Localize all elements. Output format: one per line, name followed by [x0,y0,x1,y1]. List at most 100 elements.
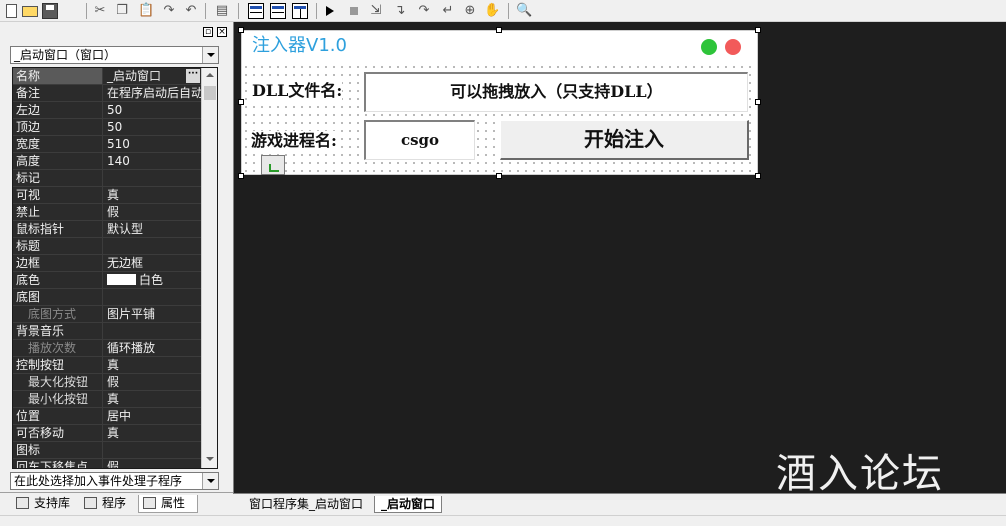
property-row[interactable]: 高度 140 [13,153,202,170]
property-row[interactable]: 底图 [13,289,202,306]
property-scrollbar[interactable] [201,68,217,468]
property-value[interactable]: 假 [104,204,202,220]
copy-icon[interactable]: ❐ [114,3,130,19]
property-value[interactable]: 图片平铺 [104,306,202,322]
resize-handle[interactable] [238,173,244,179]
property-value[interactable]: 50 [104,119,202,135]
property-row[interactable]: 最小化按钮真 [13,391,202,408]
close-icon[interactable]: × [217,27,227,37]
step-icon[interactable]: ⇲ [368,3,384,19]
dll-file-field[interactable]: 可以拖拽放入（只支持DLL） [364,72,748,112]
tab-properties[interactable]: 属性 [138,495,198,513]
property-value[interactable]: 假 [104,374,202,390]
property-row[interactable]: 可否移动真 [13,425,202,442]
property-row[interactable]: 标题 [13,238,202,255]
property-value[interactable]: 真 [104,187,202,203]
property-row[interactable]: 左边 50 [13,102,202,119]
property-row[interactable]: 标记 [13,170,202,187]
property-row[interactable]: 回车下移焦点假 [13,459,202,468]
layout-rows-icon[interactable] [270,3,286,19]
breakpoint-icon[interactable]: ⊕ [462,3,478,19]
layout-grid-icon[interactable] [248,3,264,19]
ellipsis-button[interactable]: ··· [186,69,200,83]
property-value[interactable]: 在程序启动后自动 [104,85,202,101]
property-value[interactable]: 假 [104,459,202,468]
resize-handle[interactable] [238,99,244,105]
stop-icon[interactable] [350,7,358,15]
resize-handle[interactable] [755,173,761,179]
object-select[interactable]: _启动窗口（窗口） [10,46,219,64]
property-row[interactable]: 备注 在程序启动后自动 [13,85,202,102]
property-value[interactable]: 510 [104,136,202,152]
scroll-up-icon[interactable] [202,68,217,83]
property-row[interactable]: 底图方式 图片平铺 [13,306,202,323]
property-grid[interactable]: 名称 _启动窗口 ··· 备注 在程序启动后自动 左边 50 顶边 50 宽度 510 高度 140 标记… [12,67,218,469]
tab-window-assembly[interactable]: 窗口程序集_启动窗口 [243,496,369,513]
property-value[interactable]: 真 [104,357,202,373]
tab-startup-window[interactable]: _启动窗口 [374,496,443,513]
property-value[interactable]: 白色 [104,272,202,288]
pin-icon[interactable]: ▫ [203,27,213,37]
run-icon[interactable] [326,6,334,16]
property-value[interactable] [104,323,202,339]
property-row[interactable]: 可视真 [13,187,202,204]
property-value[interactable]: 真 [104,391,202,407]
new-file-icon[interactable] [6,4,17,18]
property-row[interactable]: 图标 [13,442,202,459]
resize-handle[interactable] [755,27,761,33]
property-value[interactable]: 真 [104,425,202,441]
chevron-down-icon[interactable] [202,47,218,63]
step-out-icon[interactable]: ↵ [440,3,456,19]
tab-program[interactable]: 程序 [80,495,126,513]
property-value[interactable]: _启动窗口 ··· [104,68,202,84]
property-row[interactable]: 播放次数 循环播放 [13,340,202,357]
step-into-icon[interactable]: ↴ [392,3,408,19]
resize-handle[interactable] [496,173,502,179]
property-value[interactable] [104,170,202,186]
property-value[interactable]: 循环播放 [104,340,202,356]
property-row[interactable]: 禁止假 [13,204,202,221]
property-value[interactable]: 50 [104,102,202,118]
paste-icon[interactable]: 📋 [138,3,154,19]
scroll-down-icon[interactable] [202,452,217,467]
property-row[interactable]: 顶边 50 [13,119,202,136]
close-dot-icon[interactable] [725,39,741,55]
cut-icon[interactable]: ✂ [92,3,108,19]
property-value[interactable]: 居中 [104,408,202,424]
property-row[interactable]: 边框 无边框 [13,255,202,272]
tab-support-library[interactable]: 支持库 [12,495,70,513]
property-value[interactable] [104,289,202,305]
property-row[interactable]: 宽度 510 [13,136,202,153]
property-row[interactable]: 背景音乐 [13,323,202,340]
property-row[interactable]: 最大化按钮假 [13,374,202,391]
view-icon[interactable]: ▤ [214,3,230,19]
property-row[interactable]: 底色 白色 [13,272,202,289]
property-value[interactable]: 无边框 [104,255,202,271]
minimize-dot-icon[interactable] [701,39,717,55]
property-row[interactable]: 位置 居中 [13,408,202,425]
process-name-field[interactable]: csgo [364,120,475,160]
step-over-icon[interactable]: ↷ [416,3,432,19]
property-row[interactable]: 控制按钮真 [13,357,202,374]
chevron-down-icon[interactable] [202,473,218,489]
resize-handle[interactable] [238,27,244,33]
property-value[interactable] [104,442,202,458]
resize-handle[interactable] [755,99,761,105]
start-inject-button[interactable]: 开始注入 [500,120,749,160]
tray-icon[interactable] [261,155,285,175]
property-value[interactable]: 140 [104,153,202,169]
scroll-thumb[interactable] [204,86,216,100]
designed-window[interactable]: 注入器V1.0 DLL文件名: 可以拖拽放入（只支持DLL） 游戏进程名: cs… [241,30,758,175]
property-row[interactable]: 名称 _启动窗口 ··· [13,68,202,85]
open-folder-icon[interactable] [22,6,38,17]
find-icon[interactable]: 🔍 [516,3,532,19]
property-value[interactable]: 默认型 [104,221,202,237]
layout-cols-icon[interactable] [292,3,308,19]
property-row[interactable]: 鼠标指针 默认型 [13,221,202,238]
hand-icon[interactable]: ✋ [484,3,500,19]
property-value[interactable] [104,238,202,254]
redo-icon[interactable]: ↷ [161,3,177,19]
event-select[interactable]: 在此处选择加入事件处理子程序 [10,472,219,490]
resize-handle[interactable] [496,27,502,33]
undo-icon[interactable]: ↶ [183,3,199,19]
